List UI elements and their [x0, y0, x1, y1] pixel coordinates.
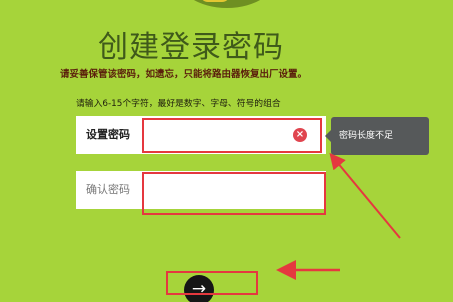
clear-icon[interactable]: ×	[293, 128, 307, 142]
page-title: 创建登录密码	[98, 30, 284, 65]
set-password-label: 设置密码	[86, 128, 130, 141]
password-hint: 请输入6-15个字符，最好是数字、字母、符号的组合	[76, 99, 281, 109]
error-tooltip: 密码长度不足	[331, 117, 429, 155]
confirm-password-label: 确认密码	[86, 183, 130, 196]
warning-text: 请妥善保管该密码，如遗忘，只能将路由器恢复出厂设置。	[60, 69, 308, 80]
set-password-input[interactable]	[142, 122, 318, 148]
arrow-right-icon: →	[191, 279, 207, 299]
confirm-password-field: 确认密码	[76, 171, 326, 209]
submit-button[interactable]: →	[184, 275, 214, 302]
annotation-arrow-tooltip	[329, 152, 401, 239]
confirm-password-input[interactable]	[142, 177, 318, 203]
top-decoration	[175, 0, 279, 8]
set-password-field: 设置密码 ×	[76, 116, 326, 154]
